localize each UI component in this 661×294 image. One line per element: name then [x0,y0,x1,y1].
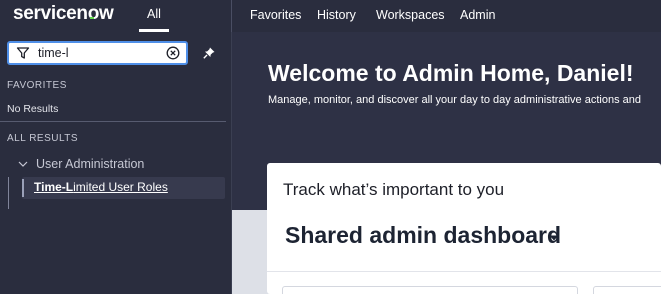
logo-text-left: servicen [13,3,88,24]
result-match-text: Time-L [34,180,74,194]
all-results-heading: ALL RESULTS [7,133,79,144]
all-menu-sidebar: time-l FAVORITES No Results ALL RESULTS … [0,32,232,294]
result-label: Time-Limited User Roles [34,180,168,194]
caret-down-icon[interactable] [549,235,559,241]
result-highlight-bar [22,179,24,197]
section-divider [0,121,226,122]
nav-admin[interactable]: Admin [460,8,495,22]
favorites-no-results: No Results [7,103,59,115]
group-label: User Administration [36,157,145,171]
filter-icon [16,47,30,59]
nav-divider [231,0,232,32]
card-divider [267,271,661,272]
nav-history[interactable]: History [317,8,356,22]
page-subtitle: Manage, monitor, and discover all your d… [268,94,641,106]
dashboard-selector[interactable]: Shared admin dashboard [285,222,561,249]
page-title: Welcome to Admin Home, Daniel! [268,60,634,86]
card-title: Track what’s important to you [283,180,505,199]
search-value: time-l [38,46,69,60]
dashboard-widget[interactable] [593,286,661,294]
result-time-limited-user-roles[interactable]: Time-Limited User Roles [22,177,225,199]
admin-home-main: Welcome to Admin Home, Daniel! Manage, m… [232,32,661,294]
nav-favorites[interactable]: Favorites [250,8,301,22]
logo-text-o: o [87,3,100,24]
tab-all[interactable]: All [139,0,169,32]
tree-guide-line [8,177,9,209]
servicenow-logo[interactable]: servicenow [13,3,114,25]
chevron-down-icon [18,161,28,167]
filter-search-input[interactable]: time-l [7,41,188,65]
favorites-heading: FAVORITES [7,80,67,91]
nav-workspaces[interactable]: Workspaces [376,8,445,22]
dashboard-card: Track what’s important to you Shared adm… [267,163,661,294]
group-user-administration[interactable]: User Administration [8,156,218,174]
pin-icon[interactable] [202,46,216,60]
clear-search-icon[interactable] [166,46,180,60]
logo-text-right: w [99,3,114,24]
result-rest-text: imited User Roles [73,180,168,194]
top-navigation-bar: servicenow All Favorites History Workspa… [0,0,661,32]
dashboard-widget[interactable] [282,286,578,294]
